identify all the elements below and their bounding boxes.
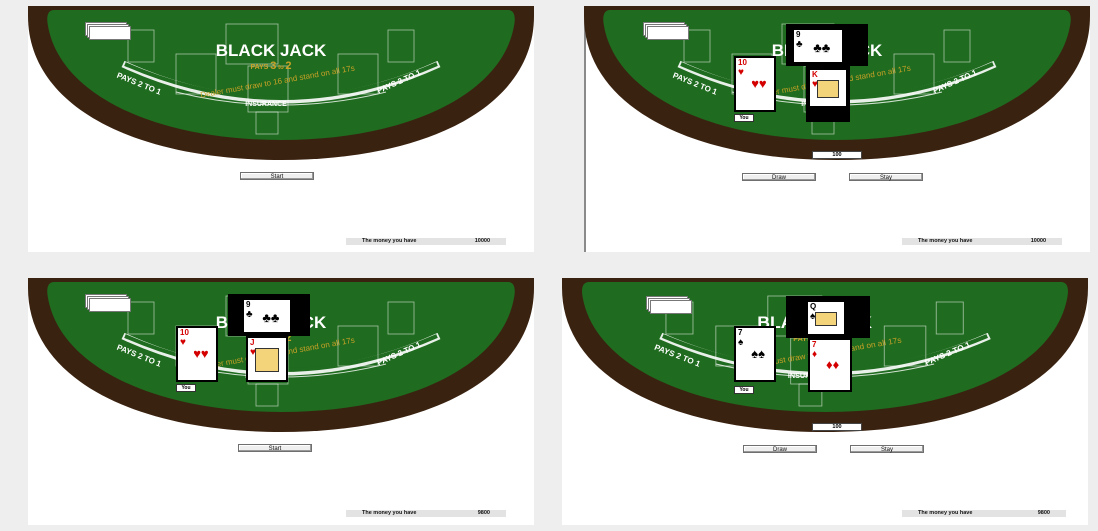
money-display: The money you have 10000 [902, 238, 1062, 245]
card-center-pips: ♣♣ [813, 39, 831, 55]
card-center-pips: ♠♠ [751, 345, 765, 361]
money-value: 9800 [477, 510, 490, 516]
draw-button[interactable]: Draw [743, 445, 817, 453]
money-label: The money you have [362, 238, 417, 244]
game-window-3: BLACK JACKPAYS 3 to 2Dealer must draw to… [28, 278, 534, 525]
money-label: The money you have [362, 510, 417, 516]
game-window-1: BLACK JACK PAYS 3 to 2 Dealer must draw to… [28, 6, 534, 252]
card-rank: 10 [738, 58, 747, 67]
money-value: 9800 [1037, 510, 1050, 516]
card-suit-icon: ♣ [246, 309, 253, 320]
money-display: The money you have 9800 [902, 510, 1066, 517]
player-card-2: J ♥ [246, 336, 288, 382]
you-label: You [176, 384, 196, 392]
player-card-2: 7 ♦ ♦♦ [808, 338, 852, 392]
card-center-pips: ♥♥ [193, 345, 209, 361]
card-rank: 9 [796, 30, 801, 39]
dealer-card-1: 9 ♣ ♣♣ [792, 28, 844, 64]
card-rank: J [250, 338, 255, 347]
card-shoe [646, 296, 692, 314]
face-card-art [255, 348, 279, 372]
card-rank: K [812, 70, 818, 79]
card-rank: 9 [246, 300, 251, 309]
card-suit-icon: ♥ [738, 67, 744, 78]
card-center-pips: ♥♥ [751, 75, 767, 91]
player-card-2: K ♥ [808, 68, 848, 108]
card-suit-icon: ♥ [180, 337, 186, 348]
card-shoe [85, 22, 131, 40]
bet-amount: 100 [812, 423, 862, 431]
game-window-4: BLACK JACKPAYS 3 to 2Dealer must draw to… [562, 278, 1088, 525]
card-shoe [643, 22, 689, 40]
start-button[interactable]: Start [240, 172, 314, 180]
face-card-art [815, 312, 837, 326]
face-card-art [817, 80, 839, 98]
game-window-2: BLACK JACKPAYS 3 to 2Dealer must draw to… [584, 6, 1090, 252]
start-button[interactable]: Start [238, 444, 312, 452]
player-card-1: 10 ♥ ♥♥ [734, 56, 776, 112]
dealer-card-1: 9 ♣ ♣♣ [242, 298, 292, 334]
card-rank: Q [810, 302, 817, 311]
card-rank: 10 [180, 328, 189, 337]
card-shoe [85, 294, 131, 312]
you-label: You [734, 114, 754, 122]
money-label: The money you have [918, 510, 973, 516]
card-suit-icon: ♦ [812, 349, 818, 360]
table-title: BLACK JACK [216, 41, 327, 60]
money-value: 10000 [474, 238, 490, 244]
card-suit-icon: ♠ [738, 337, 744, 348]
player-card-1: 10 ♥ ♥♥ [176, 326, 218, 382]
player-card-1: 7 ♠ ♠♠ [734, 326, 776, 382]
money-display: The money you have 9800 [346, 510, 506, 517]
money-label: The money you have [918, 238, 973, 244]
card-center-pips: ♣♣ [262, 309, 280, 325]
bet-amount: 100 [812, 151, 862, 159]
card-rank: 7 [738, 328, 743, 337]
card-suit-icon: ♣ [796, 39, 803, 50]
money-display: The money you have 10000 [346, 238, 506, 245]
card-center-pips: ♦♦ [826, 357, 840, 372]
stay-button[interactable]: Stay [849, 173, 923, 181]
card-rank: 7 [812, 340, 817, 349]
money-value: 10000 [1030, 238, 1046, 244]
insurance-label: INSURANCE [245, 101, 287, 108]
draw-button[interactable]: Draw [742, 173, 816, 181]
you-label: You [734, 386, 754, 394]
stay-button[interactable]: Stay [850, 445, 924, 453]
dealer-card-1: Q ♠ [806, 300, 846, 336]
